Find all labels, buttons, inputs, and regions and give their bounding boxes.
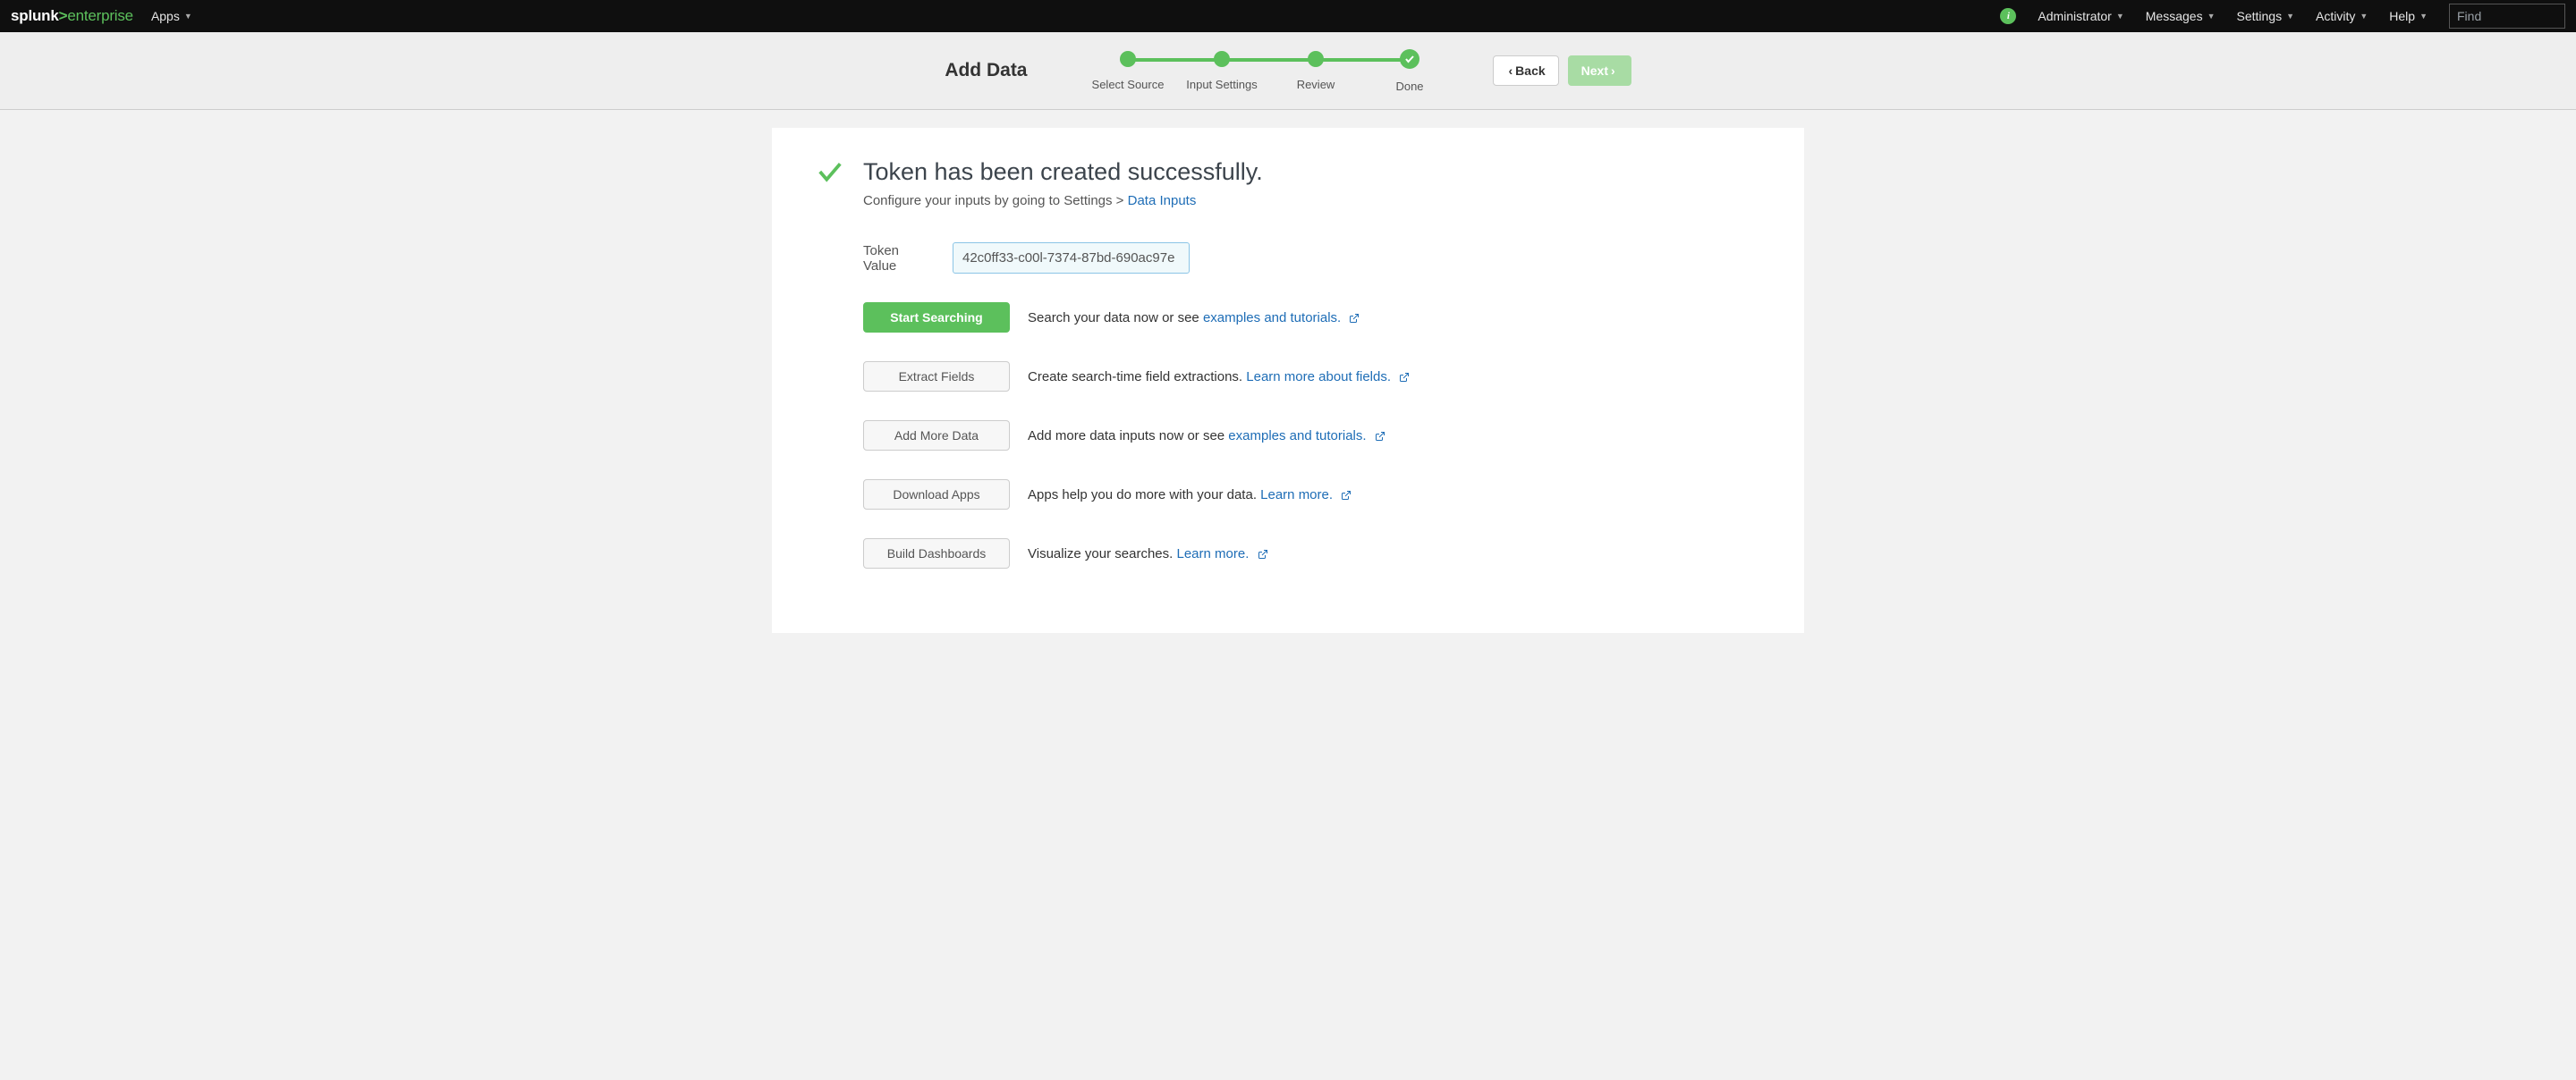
checkmark-icon <box>817 158 843 188</box>
learn-dashboards-link[interactable]: Learn more. <box>1176 546 1249 561</box>
success-subtitle: Configure your inputs by going to Settin… <box>863 193 1263 208</box>
chevron-right-icon: › <box>1611 63 1615 78</box>
download-apps-button[interactable]: Download Apps <box>863 479 1010 510</box>
data-inputs-link[interactable]: Data Inputs <box>1128 193 1197 208</box>
main-panel: Token has been created successfully. Con… <box>772 128 1804 633</box>
action-build-dashboards: Build Dashboards Visualize your searches… <box>863 538 1759 569</box>
external-link-icon <box>1349 313 1360 324</box>
wizard-header: Add Data Select Source Input Settings Re… <box>0 32 2576 110</box>
administrator-menu[interactable]: Administrator ▼ <box>2038 9 2123 23</box>
step-dot <box>1308 51 1324 67</box>
wizard-step-done: Done <box>1363 49 1457 93</box>
wizard-step-review: Review <box>1269 49 1363 91</box>
activity-menu[interactable]: Activity ▼ <box>2316 9 2368 23</box>
wizard-step-select-source: Select Source <box>1081 49 1175 91</box>
settings-menu[interactable]: Settings ▼ <box>2237 9 2295 23</box>
start-searching-button[interactable]: Start Searching <box>863 302 1010 333</box>
add-more-data-button[interactable]: Add More Data <box>863 420 1010 451</box>
external-link-icon <box>1399 372 1410 383</box>
examples-link[interactable]: examples and tutorials. <box>1203 310 1341 325</box>
chevron-down-icon: ▼ <box>184 12 192 21</box>
next-button[interactable]: Next › <box>1568 55 1631 86</box>
examples-link-2[interactable]: examples and tutorials. <box>1228 428 1366 443</box>
help-menu[interactable]: Help ▼ <box>2389 9 2428 23</box>
brand-logo[interactable]: splunk>enterprise <box>11 7 133 25</box>
page-title: Add Data <box>945 60 1027 81</box>
external-link-icon <box>1341 490 1352 501</box>
extract-fields-button[interactable]: Extract Fields <box>863 361 1010 392</box>
brand-splunk: splunk <box>11 7 59 24</box>
search-input[interactable] <box>2457 9 2576 23</box>
global-search[interactable] <box>2449 4 2565 29</box>
external-link-icon <box>1375 431 1385 442</box>
chevron-down-icon: ▼ <box>2116 12 2124 21</box>
chevron-down-icon: ▼ <box>2207 12 2216 21</box>
step-dot <box>1120 51 1136 67</box>
step-dot <box>1214 51 1230 67</box>
learn-apps-link[interactable]: Learn more. <box>1260 487 1333 502</box>
success-title: Token has been created successfully. <box>863 158 1263 186</box>
apps-menu[interactable]: Apps ▼ <box>151 9 192 23</box>
action-extract-fields: Extract Fields Create search-time field … <box>863 361 1759 392</box>
messages-menu[interactable]: Messages ▼ <box>2146 9 2216 23</box>
external-link-icon <box>1258 549 1268 560</box>
wizard-step-input-settings: Input Settings <box>1175 49 1269 91</box>
step-dot-done <box>1400 49 1419 69</box>
brand-chevron: > <box>59 7 68 24</box>
back-button[interactable]: ‹ Back <box>1493 55 1559 86</box>
token-row: Token Value <box>863 242 1759 274</box>
info-icon[interactable]: i <box>2000 8 2016 24</box>
action-start-searching: Start Searching Search your data now or … <box>863 302 1759 333</box>
token-label: Token Value <box>863 243 935 274</box>
token-value-input[interactable] <box>953 242 1190 274</box>
learn-fields-link[interactable]: Learn more about fields. <box>1246 369 1391 384</box>
actions-section: Start Searching Search your data now or … <box>863 302 1759 569</box>
action-download-apps: Download Apps Apps help you do more with… <box>863 479 1759 510</box>
action-add-more-data: Add More Data Add more data inputs now o… <box>863 420 1759 451</box>
chevron-down-icon: ▼ <box>2419 12 2428 21</box>
wizard-line <box>1128 58 1411 62</box>
top-nav: splunk>enterprise Apps ▼ i Administrator… <box>0 0 2576 32</box>
wizard-steps: Select Source Input Settings Review Done <box>1081 49 1457 93</box>
build-dashboards-button[interactable]: Build Dashboards <box>863 538 1010 569</box>
chevron-down-icon: ▼ <box>2360 12 2368 21</box>
brand-enterprise: enterprise <box>67 7 133 24</box>
chevron-left-icon: ‹ <box>1509 63 1513 78</box>
chevron-down-icon: ▼ <box>2286 12 2294 21</box>
